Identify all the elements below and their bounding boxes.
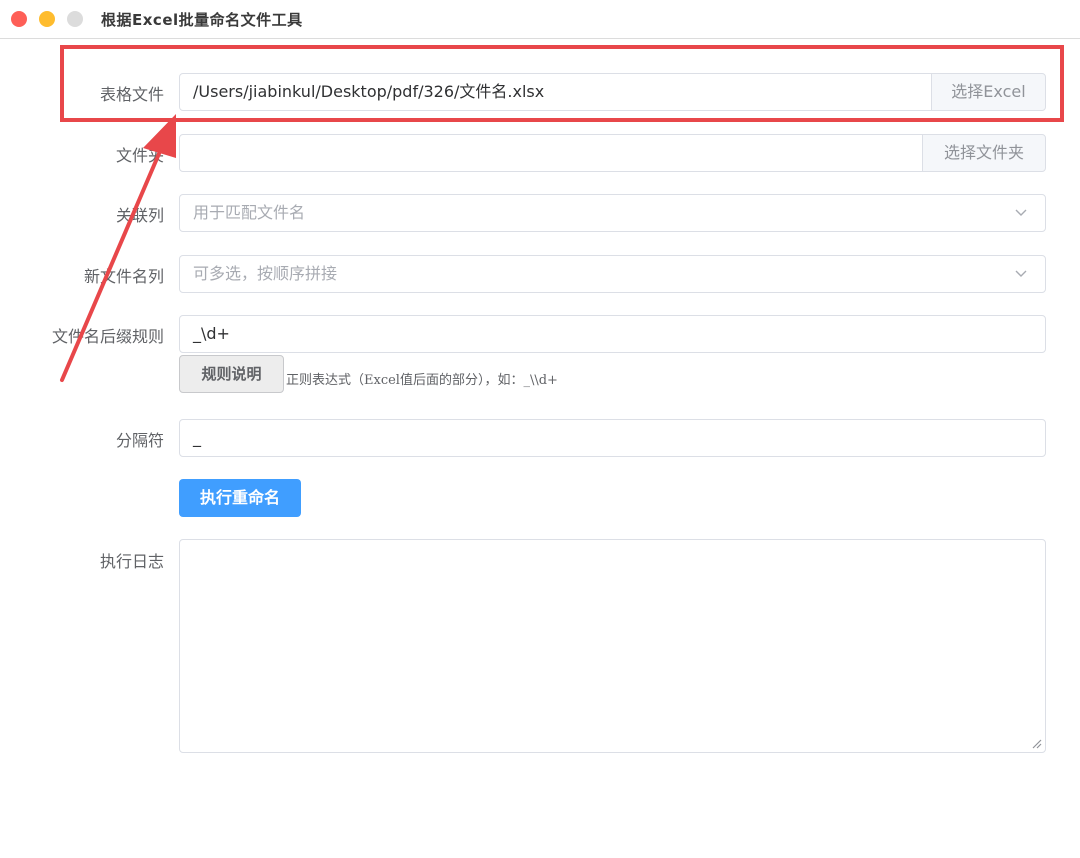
separator-value: _ xyxy=(193,428,201,447)
execute-rename-button[interactable]: 执行重命名 xyxy=(179,479,301,517)
suffix-rule-hint: 正则表达式（Excel值后面的部分），如：_\\d+ xyxy=(286,373,558,388)
new-name-columns-label: 新文件名列 xyxy=(83,267,164,286)
choose-folder-button[interactable]: 选择文件夹 xyxy=(922,135,1045,171)
excel-file-input[interactable]: /Users/jiabinkul/Desktop/pdf/326/文件名.xls… xyxy=(179,73,1046,111)
excel-file-path: /Users/jiabinkul/Desktop/pdf/326/文件名.xls… xyxy=(193,82,545,101)
log-textarea[interactable] xyxy=(179,539,1046,753)
related-column-placeholder: 用于匹配文件名 xyxy=(193,203,306,222)
suffix-rule-input[interactable]: _\d+ xyxy=(179,315,1046,353)
new-name-columns-select[interactable]: 可多选，按顺序拼接 xyxy=(179,255,1046,293)
new-name-columns-placeholder: 可多选，按顺序拼接 xyxy=(193,264,338,283)
window-title: 根据Excel批量命名文件工具 xyxy=(101,11,303,29)
excel-file-label: 表格文件 xyxy=(99,85,164,104)
folder-input[interactable]: 选择文件夹 xyxy=(179,134,1046,172)
title-bar: 根据Excel批量命名文件工具 xyxy=(0,0,1080,39)
suffix-rule-value: _\d+ xyxy=(193,324,230,343)
folder-label: 文件夹 xyxy=(115,146,164,165)
suffix-rule-label: 文件名后缀规则 xyxy=(51,327,164,346)
resize-handle-icon[interactable] xyxy=(1030,737,1042,749)
separator-input[interactable]: _ xyxy=(179,419,1046,457)
chevron-down-icon xyxy=(1015,270,1027,277)
close-window-button[interactable] xyxy=(11,11,27,27)
log-label: 执行日志 xyxy=(99,552,164,571)
chevron-down-icon xyxy=(1015,209,1027,216)
minimize-window-button[interactable] xyxy=(39,11,55,27)
app-window: 根据Excel批量命名文件工具 表格文件 /Users/jiabinkul/De… xyxy=(0,0,1080,858)
separator-label: 分隔符 xyxy=(115,431,164,450)
rule-help-button[interactable]: 规则说明 xyxy=(179,355,284,393)
related-column-label: 关联列 xyxy=(115,206,164,225)
zoom-window-button[interactable] xyxy=(67,11,83,27)
related-column-select[interactable]: 用于匹配文件名 xyxy=(179,194,1046,232)
choose-excel-button[interactable]: 选择Excel xyxy=(931,74,1045,110)
